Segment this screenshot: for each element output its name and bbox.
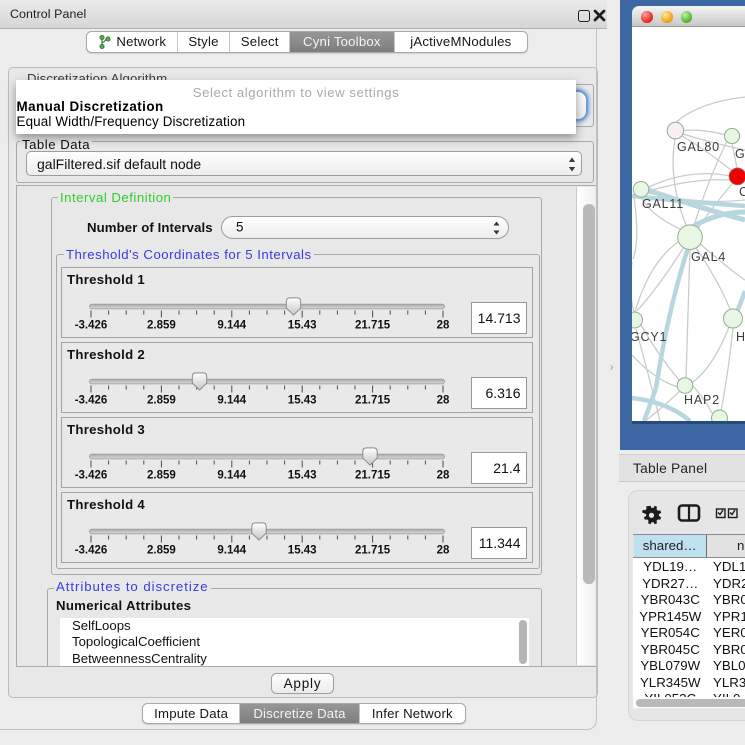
svg-text:GAL4: GAL4 [691, 250, 726, 264]
svg-text:28: 28 [437, 320, 450, 332]
svg-text:H: H [736, 330, 745, 344]
svg-text:GCY1: GCY1 [632, 330, 667, 344]
svg-text:28: 28 [437, 470, 450, 482]
svg-text:2.859: 2.859 [147, 320, 176, 332]
svg-text:15.43: 15.43 [288, 470, 317, 482]
svg-text:2.859: 2.859 [147, 395, 176, 407]
svg-text:21.715: 21.715 [355, 395, 391, 407]
svg-text:9.144: 9.144 [217, 320, 246, 332]
svg-text:GA: GA [735, 147, 745, 161]
svg-text:2.859: 2.859 [147, 545, 176, 557]
svg-text:-3.426: -3.426 [75, 545, 108, 557]
svg-text:-3.426: -3.426 [75, 395, 108, 407]
svg-text:GAL80: GAL80 [677, 140, 720, 154]
svg-text:-3.426: -3.426 [75, 320, 108, 332]
svg-text:C: C [739, 185, 745, 199]
svg-text:HAP2: HAP2 [684, 393, 720, 407]
svg-text:2.859: 2.859 [147, 470, 176, 482]
svg-text:9.144: 9.144 [217, 545, 246, 557]
svg-text:15.43: 15.43 [288, 320, 317, 332]
svg-text:9.144: 9.144 [217, 395, 246, 407]
svg-text:9.144: 9.144 [217, 470, 246, 482]
svg-text:28: 28 [437, 395, 450, 407]
svg-text:-3.426: -3.426 [75, 470, 108, 482]
svg-text:15.43: 15.43 [288, 545, 317, 557]
svg-text:GAL11: GAL11 [642, 197, 684, 211]
svg-text:21.715: 21.715 [355, 545, 391, 557]
svg-text:21.715: 21.715 [355, 320, 391, 332]
svg-text:15.43: 15.43 [288, 395, 317, 407]
svg-text:28: 28 [437, 545, 450, 557]
svg-text:21.715: 21.715 [355, 470, 391, 482]
